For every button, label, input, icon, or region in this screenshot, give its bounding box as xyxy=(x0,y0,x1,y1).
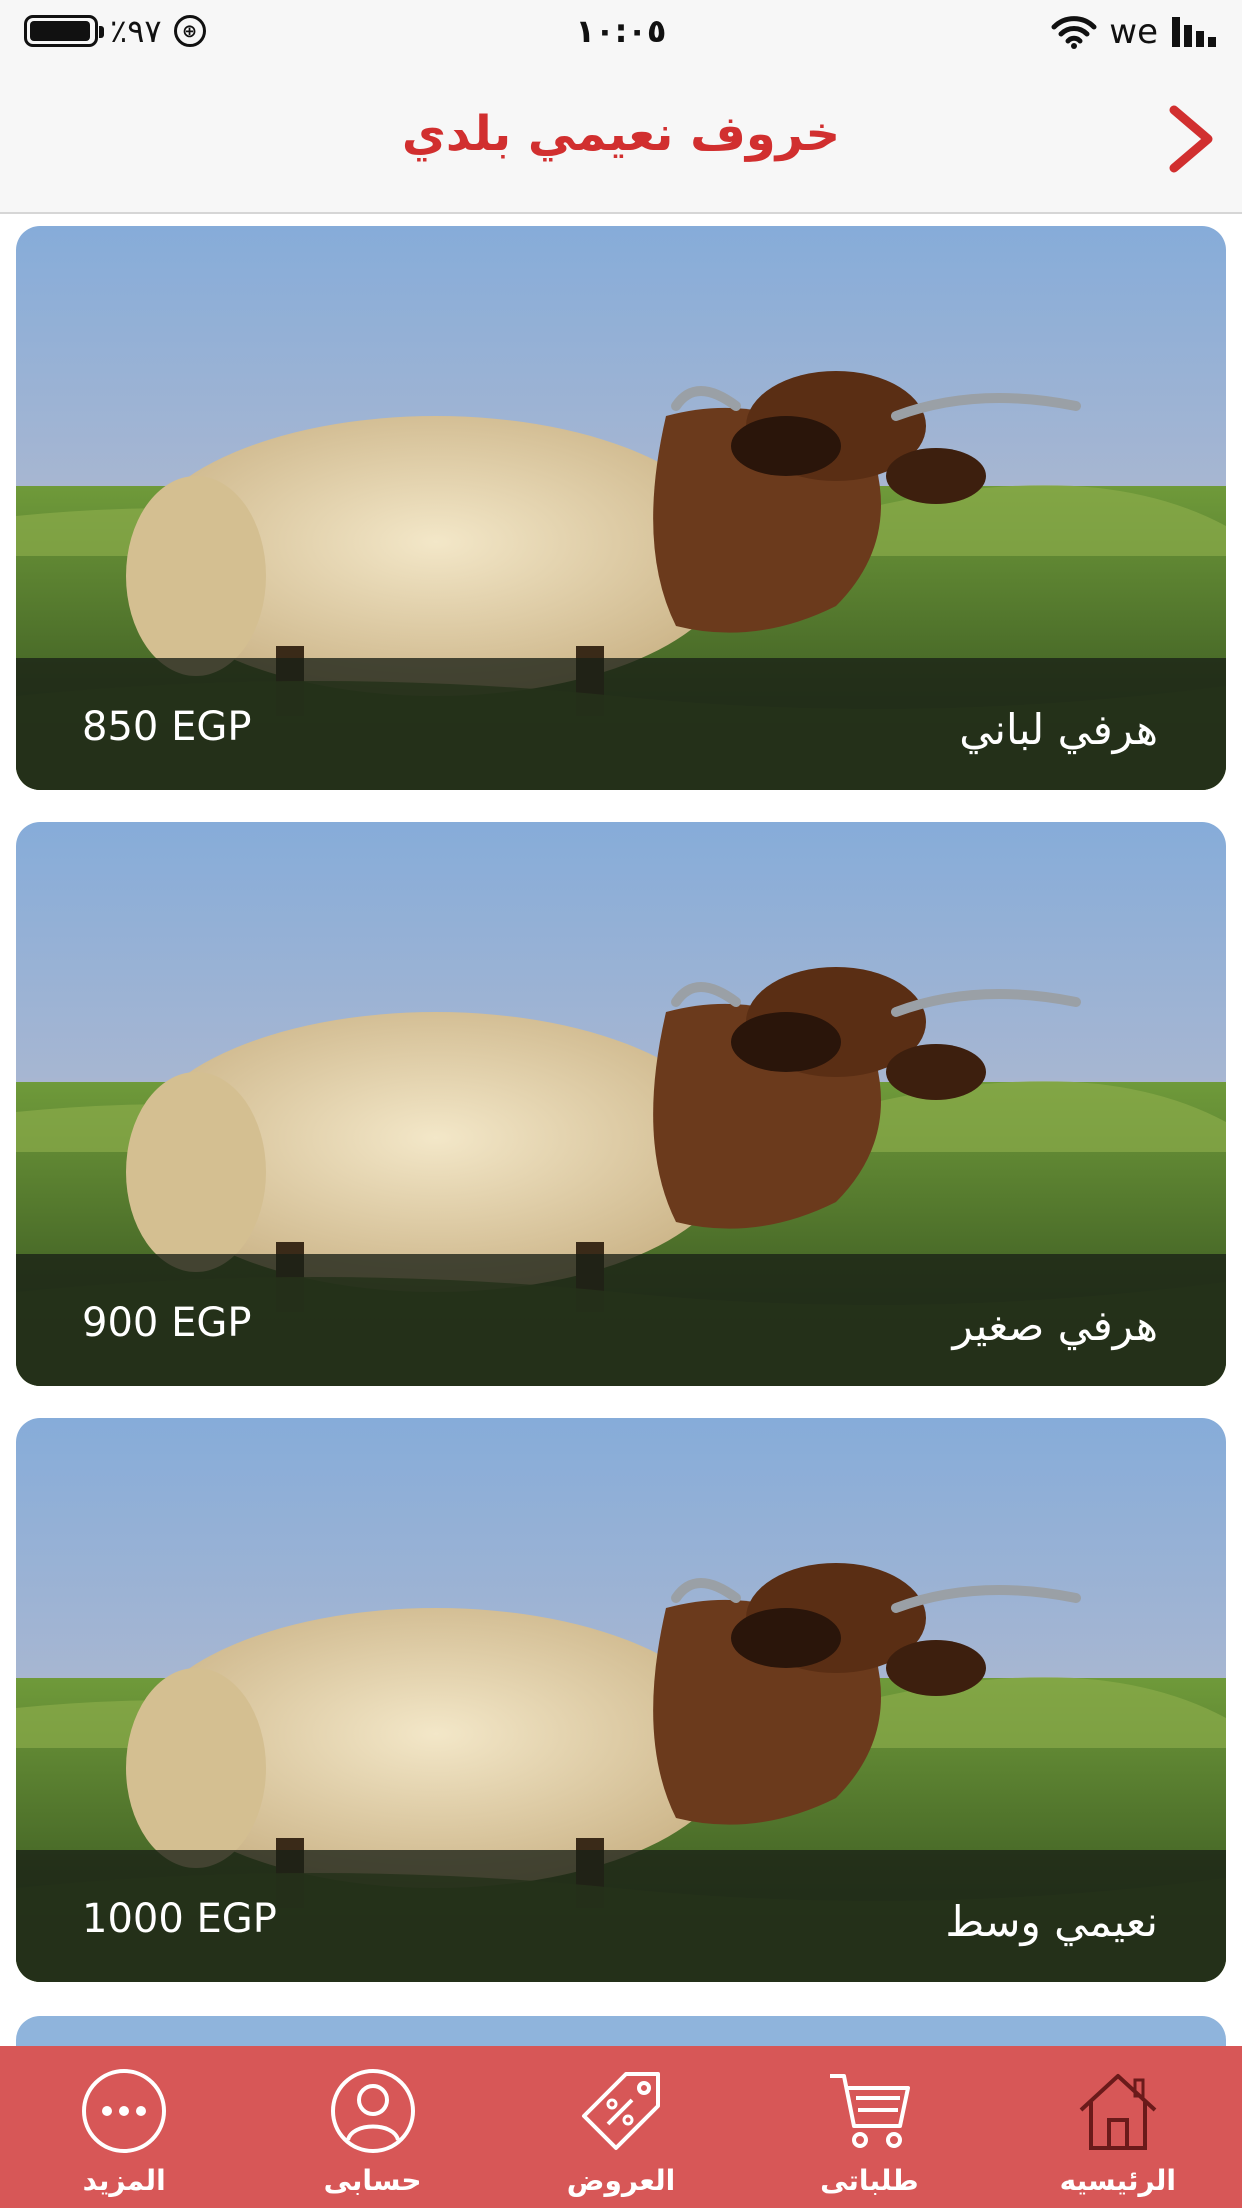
product-price: 850 EGP xyxy=(82,704,252,750)
more-icon xyxy=(82,2069,167,2153)
product-card[interactable]: هرفي صغير 900 EGP xyxy=(16,822,1226,1386)
tab-orders[interactable]: طلباتى xyxy=(745,2046,993,2208)
product-list: هرفي لباني 850 EGP هرفي صغير 900 EGP نعي… xyxy=(16,226,1226,2014)
product-card[interactable]: هرفي لباني 850 EGP xyxy=(16,226,1226,790)
bottom-tab-bar: الرئيسيه طلباتى العروض حسابى المزيد xyxy=(0,2046,1242,2208)
app-header: خروف نعيمي بلدي xyxy=(0,66,1242,214)
product-name: نعيمي وسط xyxy=(945,1897,1158,1946)
status-bar: ٪٩٧ ⊕ ١٠:٠٥ we xyxy=(0,0,1242,66)
cart-icon xyxy=(830,2074,911,2148)
carrier-name: we xyxy=(1109,12,1158,52)
product-name: هرفي لباني xyxy=(959,705,1158,754)
card-caption-bar: نعيمي وسط 1000 EGP xyxy=(16,1850,1226,1982)
tab-label: المزيد xyxy=(82,2164,166,2197)
back-button[interactable] xyxy=(1160,102,1222,176)
tab-offers[interactable]: العروض xyxy=(497,2046,745,2208)
chevron-right-icon xyxy=(1169,105,1213,173)
product-name: هرفي صغير xyxy=(952,1301,1158,1350)
product-card[interactable]: نعيمي وسط 1000 EGP xyxy=(16,1418,1226,1982)
signal-icon xyxy=(1170,15,1222,49)
user-icon xyxy=(330,2069,415,2153)
tab-label: العروض xyxy=(566,2164,676,2197)
home-icon xyxy=(1079,2074,1157,2150)
page-title: خروف نعيمي بلدي xyxy=(401,106,841,162)
tab-more[interactable]: المزيد xyxy=(0,2046,248,2208)
tab-label: طلباتى xyxy=(820,2164,919,2197)
tag-icon xyxy=(581,2072,660,2150)
tab-label: حسابى xyxy=(323,2164,422,2197)
product-price: 1000 EGP xyxy=(82,1896,277,1942)
product-price: 900 EGP xyxy=(82,1300,252,1346)
card-caption-bar: هرفي صغير 900 EGP xyxy=(16,1254,1226,1386)
wifi-icon xyxy=(1051,15,1097,49)
tab-home[interactable]: الرئيسيه xyxy=(994,2046,1242,2208)
tab-account[interactable]: حسابى xyxy=(248,2046,496,2208)
card-caption-bar: هرفي لباني 850 EGP xyxy=(16,658,1226,790)
status-right: we xyxy=(1051,12,1222,52)
tab-label: الرئيسيه xyxy=(1059,2164,1176,2197)
